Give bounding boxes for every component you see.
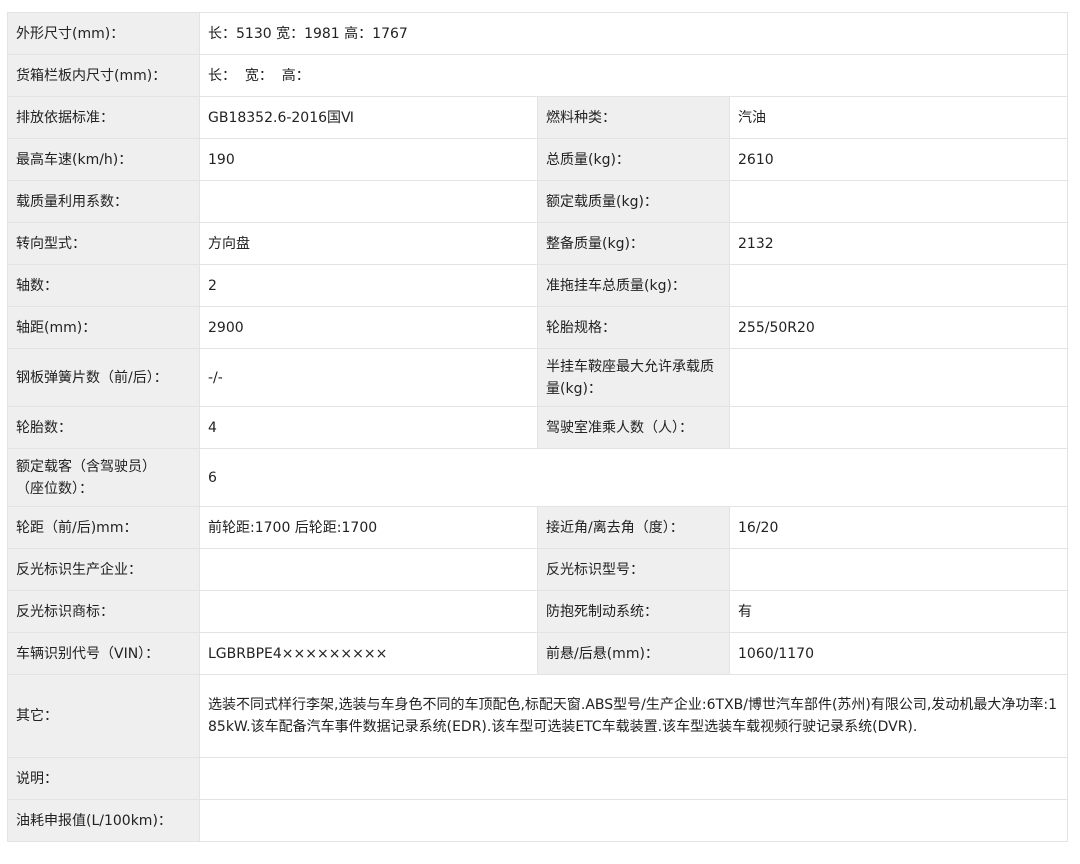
value-wheelbase: 2900 <box>199 306 538 349</box>
value-overhang: 1060/1170 <box>728 632 1069 675</box>
label-other: 其它： <box>7 674 200 758</box>
label-seating-capacity: 额定载客（含驾驶员）（座位数）： <box>7 448 200 507</box>
label-tire-count: 轮胎数： <box>7 406 200 449</box>
row-fuel-consumption: 油耗申报值(L/100km)： <box>7 799 1069 842</box>
row-overall-dimensions: 外形尺寸(mm)： 长：5130 宽：1981 高：1767 <box>7 12 1069 55</box>
vehicle-spec-panel: 外形尺寸(mm)： 长：5130 宽：1981 高：1767 货箱栏板内尺寸(m… <box>7 12 1069 842</box>
row-reflective-maker: 反光标识生产企业： 反光标识型号： <box>7 548 1069 591</box>
value-seating-capacity: 6 <box>198 448 1069 507</box>
label-total-mass: 总质量(kg)： <box>537 138 730 181</box>
value-approach-departure: 16/20 <box>728 506 1069 549</box>
label-fuel-consumption: 油耗申报值(L/100km)： <box>7 799 200 842</box>
value-overall-dimensions: 长：5130 宽：1981 高：1767 <box>198 12 1069 55</box>
label-wheelbase: 轴距(mm)： <box>7 306 200 349</box>
row-wheelbase-tire: 轴距(mm)： 2900 轮胎规格： 255/50R20 <box>7 306 1069 349</box>
label-abs: 防抱死制动系统： <box>537 590 730 633</box>
value-reflective-model <box>728 548 1069 591</box>
row-track-angles: 轮距（前/后)mm： 前轮距:1700 后轮距:1700 接近角/离去角（度）：… <box>7 506 1069 549</box>
label-reflective-brand: 反光标识商标： <box>7 590 200 633</box>
row-notes: 说明： <box>7 757 1069 800</box>
value-reflective-maker <box>199 548 538 591</box>
label-reflective-model: 反光标识型号： <box>537 548 730 591</box>
value-notes <box>198 757 1069 800</box>
row-load-utilization: 载质量利用系数： 额定载质量(kg)： <box>7 180 1069 223</box>
label-reflective-maker: 反光标识生产企业： <box>7 548 200 591</box>
value-load-utilization <box>199 180 538 223</box>
label-vin: 车辆识别代号（VIN）： <box>7 632 200 675</box>
label-cargo-box-dimensions: 货箱栏板内尺寸(mm)： <box>7 54 200 97</box>
label-overall-dimensions: 外形尺寸(mm)： <box>7 12 200 55</box>
label-tire-spec: 轮胎规格： <box>537 306 730 349</box>
vehicle-spec-table: 外形尺寸(mm)： 长：5130 宽：1981 高：1767 货箱栏板内尺寸(m… <box>7 12 1069 842</box>
label-approach-departure: 接近角/离去角（度）： <box>537 506 730 549</box>
value-total-mass: 2610 <box>728 138 1069 181</box>
row-cargo-box-dimensions: 货箱栏板内尺寸(mm)： 长： 宽： 高： <box>7 54 1069 97</box>
label-trailer-mass: 准拖挂车总质量(kg)： <box>537 264 730 307</box>
value-vin: LGBRBPE4××××××××× <box>199 632 538 675</box>
label-saddle-load: 半挂车鞍座最大允许承载质量(kg)： <box>537 348 730 407</box>
label-notes: 说明： <box>7 757 200 800</box>
row-emission-fuel: 排放依据标准： GB18352.6-2016国Ⅵ 燃料种类： 汽油 <box>7 96 1069 139</box>
row-springs-saddle: 钢板弹簧片数（前/后）： -/- 半挂车鞍座最大允许承载质量(kg)： <box>7 348 1069 407</box>
label-fuel-type: 燃料种类： <box>537 96 730 139</box>
value-tire-spec: 255/50R20 <box>728 306 1069 349</box>
label-track-width: 轮距（前/后)mm： <box>7 506 200 549</box>
value-other: 选装不同式样行李架,选装与车身色不同的车顶配色,标配天窗.ABS型号/生产企业:… <box>198 674 1069 758</box>
row-other: 其它： 选装不同式样行李架,选装与车身色不同的车顶配色,标配天窗.ABS型号/生… <box>7 674 1069 758</box>
value-leaf-springs: -/- <box>199 348 538 407</box>
value-emission-standard: GB18352.6-2016国Ⅵ <box>199 96 538 139</box>
label-load-utilization: 载质量利用系数： <box>7 180 200 223</box>
value-fuel-consumption <box>198 799 1069 842</box>
label-leaf-springs: 钢板弹簧片数（前/后）： <box>7 348 200 407</box>
row-steering-curb: 转向型式： 方向盘 整备质量(kg)： 2132 <box>7 222 1069 265</box>
label-steering-type: 转向型式： <box>7 222 200 265</box>
value-cab-occupants <box>728 406 1069 449</box>
value-trailer-mass <box>728 264 1069 307</box>
row-seating: 额定载客（含驾驶员）（座位数）： 6 <box>7 448 1069 507</box>
value-cargo-box-dimensions: 长： 宽： 高： <box>198 54 1069 97</box>
label-overhang: 前悬/后悬(mm)： <box>537 632 730 675</box>
value-max-speed: 190 <box>199 138 538 181</box>
value-track-width: 前轮距:1700 后轮距:1700 <box>199 506 538 549</box>
value-axle-count: 2 <box>199 264 538 307</box>
value-curb-mass: 2132 <box>728 222 1069 265</box>
label-axle-count: 轴数： <box>7 264 200 307</box>
value-steering-type: 方向盘 <box>199 222 538 265</box>
value-saddle-load <box>728 348 1069 407</box>
value-reflective-brand <box>199 590 538 633</box>
row-tires-cab: 轮胎数： 4 驾驶室准乘人数（人）： <box>7 406 1069 449</box>
label-cab-occupants: 驾驶室准乘人数（人）： <box>537 406 730 449</box>
label-curb-mass: 整备质量(kg)： <box>537 222 730 265</box>
row-vin-overhang: 车辆识别代号（VIN）： LGBRBPE4××××××××× 前悬/后悬(mm)… <box>7 632 1069 675</box>
row-axles-trailer: 轴数： 2 准拖挂车总质量(kg)： <box>7 264 1069 307</box>
row-speed-mass: 最高车速(km/h)： 190 总质量(kg)： 2610 <box>7 138 1069 181</box>
value-fuel-type: 汽油 <box>728 96 1069 139</box>
row-reflective-brand-abs: 反光标识商标： 防抱死制动系统： 有 <box>7 590 1069 633</box>
value-rated-load <box>728 180 1069 223</box>
label-max-speed: 最高车速(km/h)： <box>7 138 200 181</box>
value-abs: 有 <box>728 590 1069 633</box>
label-rated-load: 额定载质量(kg)： <box>537 180 730 223</box>
label-emission-standard: 排放依据标准： <box>7 96 200 139</box>
value-tire-count: 4 <box>199 406 538 449</box>
